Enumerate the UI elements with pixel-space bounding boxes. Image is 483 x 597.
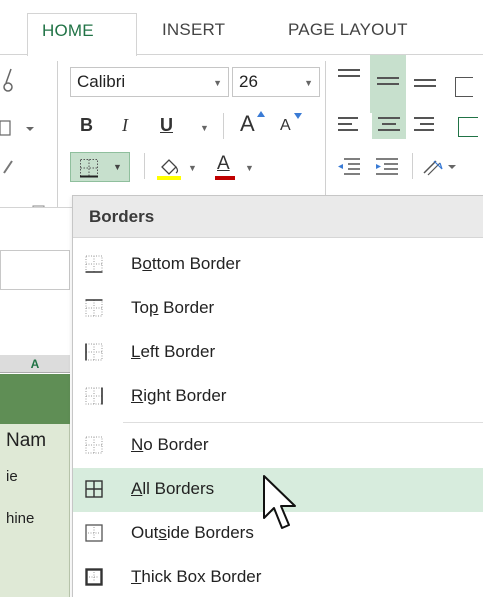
cell-value: hine: [6, 510, 35, 527]
align-line: [338, 129, 358, 131]
name-box[interactable]: [0, 250, 70, 290]
borders-dropdown-menu: Borders Bottom Border Top Border Left Bo…: [72, 195, 483, 597]
menu-item-label: No Border: [131, 435, 209, 454]
menu-item-label: Top Border: [131, 298, 215, 317]
font-color-letter: A: [217, 153, 230, 174]
format-painter-icon[interactable]: [2, 157, 16, 175]
align-line: [378, 117, 400, 119]
chevron-down-icon: ▼: [245, 163, 254, 173]
menu-item-label: Bottom Border: [131, 254, 241, 273]
middle-align-button[interactable]: [370, 55, 406, 113]
align-line: [377, 83, 399, 85]
decrease-indent-icon[interactable]: [336, 155, 362, 177]
font-color-bar: [215, 176, 235, 180]
menu-section-header: Borders: [73, 196, 483, 238]
right-border-icon: [85, 387, 103, 405]
wrap-text-icon[interactable]: [455, 77, 473, 97]
underline-dropdown-icon[interactable]: ▼: [200, 123, 209, 133]
align-line: [414, 129, 434, 131]
outside-borders-icon: [85, 524, 103, 542]
merge-icon[interactable]: [458, 117, 478, 137]
align-line: [420, 123, 434, 125]
top-align-button[interactable]: [336, 65, 364, 89]
borders-button[interactable]: ▼: [70, 152, 130, 182]
align-line: [338, 123, 352, 125]
name-column-cells[interactable]: Nam ie hine: [0, 424, 70, 597]
tab-home[interactable]: HOME: [27, 13, 137, 56]
align-line: [377, 77, 399, 79]
no-border-icon: [85, 436, 103, 454]
font-size-select[interactable]: 26 ▼: [232, 67, 320, 97]
menu-item-label: Left Border: [131, 342, 216, 361]
ribbon-home-panel: Calibri ▼ 26 ▼ B I U ▼ A A ▼ ▼ A ▼: [0, 55, 483, 221]
bottom-align-button[interactable]: [412, 65, 440, 89]
tab-page-layout[interactable]: PAGE LAYOUT: [288, 20, 408, 40]
align-line: [382, 123, 396, 125]
menu-item-top-border[interactable]: Top Border: [73, 287, 483, 331]
menu-item-right-border[interactable]: Right Border: [73, 375, 483, 419]
paint-bucket-icon: [157, 159, 181, 180]
menu-item-label: Outside Borders: [131, 523, 254, 542]
align-line: [414, 117, 434, 119]
orientation-icon[interactable]: [420, 155, 460, 179]
font-size-value: 26: [239, 72, 258, 91]
copy-icon[interactable]: [0, 119, 34, 139]
font-name-select[interactable]: Calibri ▼: [70, 67, 229, 97]
cut-icon[interactable]: [2, 65, 18, 95]
menu-item-left-border[interactable]: Left Border: [73, 331, 483, 375]
align-line: [414, 85, 436, 87]
divider: [223, 113, 224, 139]
bottom-border-icon: [85, 255, 103, 273]
bold-button[interactable]: B: [80, 115, 93, 136]
align-line: [338, 75, 360, 77]
chevron-down-icon: ▼: [188, 163, 197, 173]
ribbon-tabs: HOME INSERT PAGE LAYOUT: [0, 0, 483, 56]
menu-item-thick-box-border[interactable]: Thick Box Border: [73, 556, 483, 597]
left-border-icon: [85, 343, 103, 361]
divider: [412, 153, 413, 179]
chevron-down-icon: ▼: [113, 162, 122, 172]
column-header-a[interactable]: A: [0, 355, 70, 373]
align-line: [338, 69, 360, 71]
divider: [144, 153, 145, 179]
underline-button[interactable]: U: [160, 115, 173, 136]
menu-separator: [123, 422, 483, 423]
chevron-down-icon: ▼: [304, 78, 313, 88]
font-name-value: Calibri: [77, 72, 126, 91]
top-border-icon: [85, 299, 103, 317]
grow-arrow-icon: [257, 111, 265, 117]
menu-item-label: Right Border: [131, 386, 227, 405]
increase-font-size-button[interactable]: A: [240, 111, 255, 137]
align-left-button[interactable]: [336, 113, 364, 139]
menu-item-label: All Borders: [131, 479, 215, 498]
menu-item-label: Thick Box Border: [131, 567, 262, 586]
all-borders-icon: [85, 480, 103, 498]
decrease-font-size-button[interactable]: A: [280, 117, 291, 135]
align-line: [378, 129, 400, 131]
fill-color-button[interactable]: ▼: [156, 155, 197, 186]
cell-value: ie: [6, 468, 18, 485]
increase-indent-icon[interactable]: [374, 155, 400, 177]
menu-item-bottom-border[interactable]: Bottom Border: [73, 243, 483, 287]
cell-name-header: Nam: [6, 430, 47, 451]
align-line: [414, 79, 436, 81]
mouse-pointer-icon: [263, 475, 296, 529]
tab-insert[interactable]: INSERT: [162, 20, 225, 40]
italic-button[interactable]: I: [122, 115, 128, 136]
bottom-border-icon: [80, 159, 98, 178]
header-cell[interactable]: [0, 374, 70, 424]
shrink-arrow-icon: [294, 113, 302, 119]
align-center-button[interactable]: [372, 113, 406, 139]
align-right-button[interactable]: [412, 113, 440, 139]
menu-item-no-border[interactable]: No Border: [73, 424, 483, 468]
align-line: [338, 117, 358, 119]
chevron-down-icon: ▼: [213, 78, 222, 88]
thick-box-border-icon: [85, 568, 103, 586]
